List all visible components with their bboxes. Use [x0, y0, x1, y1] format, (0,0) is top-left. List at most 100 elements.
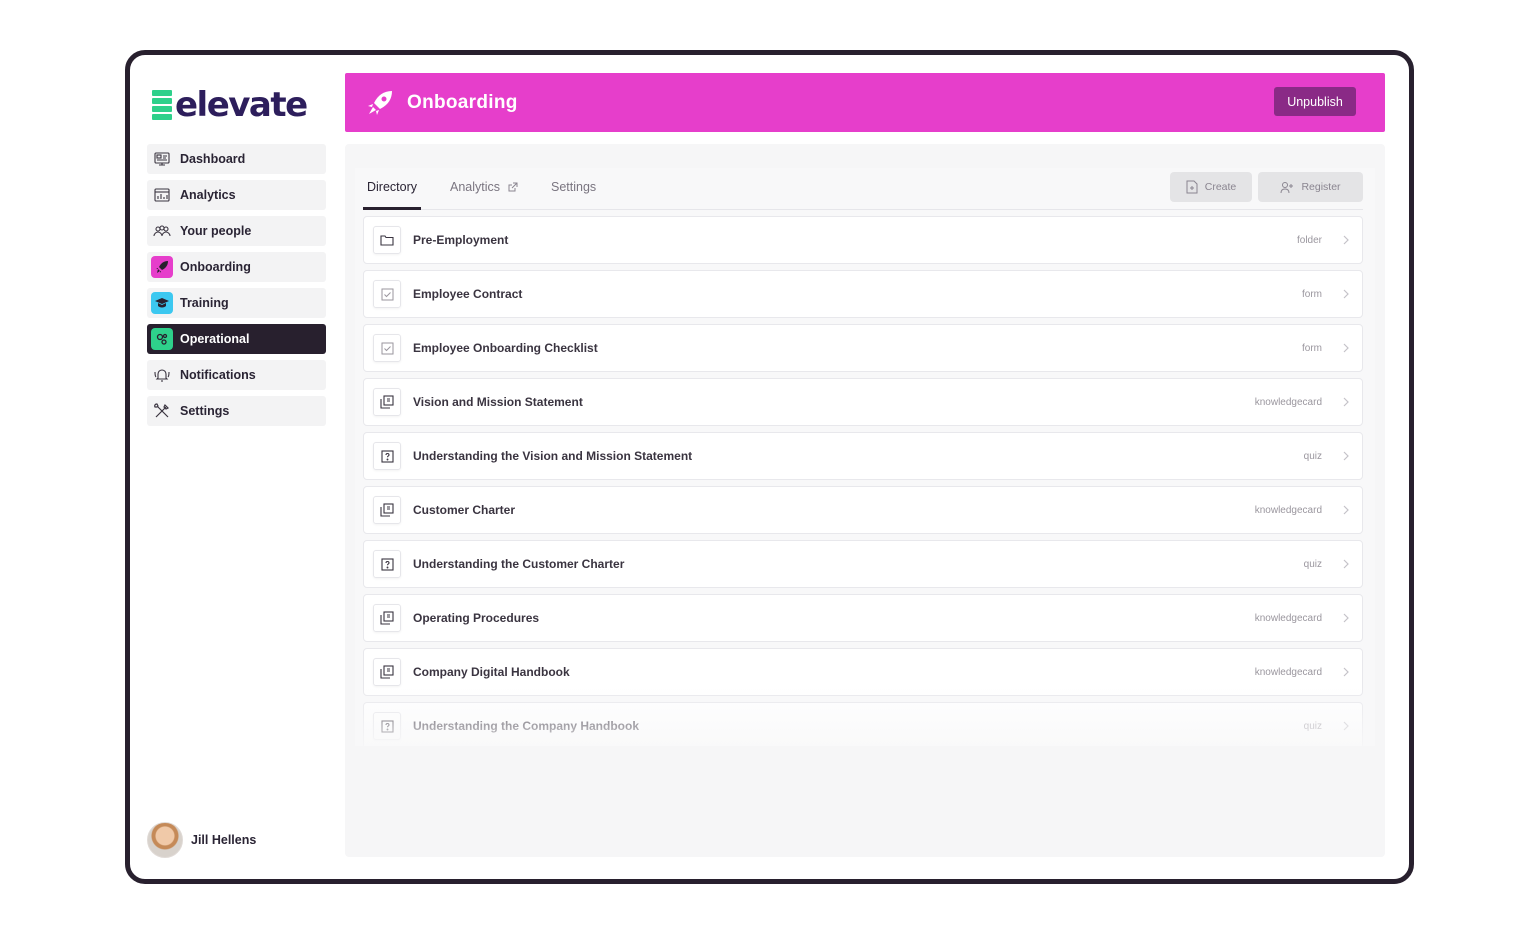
list-item[interactable]: Understanding the Company Handbook quiz [363, 702, 1363, 746]
tab-label: Settings [551, 180, 597, 194]
sidebar-item-settings[interactable]: Settings [147, 396, 326, 426]
app-window: elevate Dashboard Analytics Your people [125, 50, 1414, 884]
item-type: knowledgecard [1254, 666, 1322, 678]
item-title: Understanding the Company Handbook [413, 719, 640, 733]
operational-icon [151, 328, 173, 350]
graduation-cap-icon [151, 292, 173, 314]
brand-name: elevate [175, 85, 308, 125]
list-item[interactable]: Pre-Employment folder [363, 216, 1363, 264]
tab-bar: Directory Analytics Settings Create Regi… [363, 168, 1363, 210]
create-button[interactable]: Create [1170, 172, 1252, 202]
quiz-icon [373, 442, 401, 470]
quiz-icon [373, 712, 401, 740]
list-item[interactable]: Employee Onboarding Checklist form [363, 324, 1363, 372]
content-panel: Directory Analytics Settings Create Regi… [345, 144, 1385, 857]
item-title: Customer Charter [413, 503, 516, 517]
register-button[interactable]: Register [1258, 172, 1363, 202]
brand-logo[interactable]: elevate [152, 85, 308, 125]
item-title: Vision and Mission Statement [413, 395, 583, 409]
sidebar-nav: Dashboard Analytics Your people Onboardi… [147, 144, 326, 432]
checkbox-icon [373, 280, 401, 308]
chevron-right-icon [1342, 557, 1350, 576]
item-title: Company Digital Handbook [413, 665, 570, 679]
unpublish-button[interactable]: Unpublish [1274, 87, 1356, 116]
knowledgecard-icon [373, 658, 401, 686]
list-item[interactable]: Vision and Mission Statement knowledgeca… [363, 378, 1363, 426]
active-tab-indicator [363, 207, 421, 210]
sidebar-item-label: Your people [180, 224, 252, 238]
item-type: knowledgecard [1254, 396, 1322, 408]
bell-icon [151, 364, 173, 386]
logo-mark-icon [152, 90, 172, 120]
item-type: quiz [1303, 450, 1322, 462]
knowledgecard-icon [373, 604, 401, 632]
list-item[interactable]: Operating Procedures knowledgecard [363, 594, 1363, 642]
quiz-icon [373, 550, 401, 578]
sidebar-item-label: Dashboard [180, 152, 246, 166]
item-title: Pre-Employment [413, 233, 509, 247]
chevron-right-icon [1342, 287, 1350, 306]
knowledgecard-icon [373, 388, 401, 416]
item-type: form [1302, 342, 1322, 354]
list-item[interactable]: Customer Charter knowledgecard [363, 486, 1363, 534]
list-item[interactable]: Company Digital Handbook knowledgecard [363, 648, 1363, 696]
avatar[interactable] [147, 822, 183, 858]
checkbox-icon [373, 334, 401, 362]
sidebar-item-label: Operational [180, 332, 250, 346]
external-link-icon [507, 182, 518, 193]
page-header: Onboarding Unpublish [345, 73, 1385, 132]
sidebar-item-analytics[interactable]: Analytics [147, 180, 326, 210]
sidebar-item-onboarding[interactable]: Onboarding [147, 252, 326, 282]
tab-label: Analytics [450, 180, 501, 194]
tools-icon [151, 400, 173, 422]
rocket-icon [151, 256, 173, 278]
tab-settings[interactable]: Settings [551, 180, 596, 194]
chevron-right-icon [1342, 503, 1350, 522]
register-label: Register [1301, 181, 1341, 193]
sidebar-item-operational[interactable]: Operational [147, 324, 326, 354]
sidebar-item-label: Settings [180, 404, 230, 418]
item-type: form [1302, 288, 1322, 300]
item-type: knowledgecard [1254, 612, 1322, 624]
user-name: Jill Hellens [191, 833, 257, 847]
chevron-right-icon [1342, 449, 1350, 468]
chevron-right-icon [1342, 611, 1350, 630]
item-type: folder [1296, 234, 1322, 246]
sidebar-item-your-people[interactable]: Your people [147, 216, 326, 246]
sidebar-item-notifications[interactable]: Notifications [147, 360, 326, 390]
item-title: Understanding the Customer Charter [413, 557, 625, 571]
directory-view: Directory Analytics Settings Create Regi… [355, 168, 1375, 746]
new-file-icon [1186, 180, 1198, 194]
knowledgecard-icon [373, 496, 401, 524]
add-user-icon [1280, 181, 1294, 193]
directory-list: Pre-Employment folder Employee Contract … [363, 216, 1363, 746]
page-title: Onboarding [407, 91, 518, 113]
sidebar-item-label: Analytics [180, 188, 236, 202]
dashboard-icon [151, 148, 173, 170]
list-item[interactable]: Understanding the Vision and Mission Sta… [363, 432, 1363, 480]
item-type: quiz [1303, 720, 1322, 732]
sidebar-item-training[interactable]: Training [147, 288, 326, 318]
list-item[interactable]: Understanding the Customer Charter quiz [363, 540, 1363, 588]
sidebar-item-label: Notifications [180, 368, 256, 382]
chevron-right-icon [1342, 395, 1350, 414]
list-item[interactable]: Employee Contract form [363, 270, 1363, 318]
item-title: Employee Onboarding Checklist [413, 341, 598, 355]
tab-directory[interactable]: Directory [367, 180, 417, 194]
chevron-right-icon [1342, 341, 1350, 360]
sidebar-item-label: Onboarding [180, 260, 251, 274]
user-profile[interactable]: Jill Hellens [147, 822, 256, 858]
item-type: knowledgecard [1254, 504, 1322, 516]
item-title: Operating Procedures [413, 611, 540, 625]
chevron-right-icon [1342, 233, 1350, 252]
sidebar-item-dashboard[interactable]: Dashboard [147, 144, 326, 174]
sidebar-item-label: Training [180, 296, 229, 310]
tab-analytics[interactable]: Analytics [450, 180, 518, 194]
rocket-icon [365, 88, 395, 118]
tab-label: Directory [367, 180, 418, 194]
chevron-right-icon [1342, 719, 1350, 738]
item-type: quiz [1303, 558, 1322, 570]
create-label: Create [1204, 181, 1237, 193]
analytics-icon [151, 184, 173, 206]
sidebar: elevate Dashboard Analytics Your people [147, 55, 331, 879]
